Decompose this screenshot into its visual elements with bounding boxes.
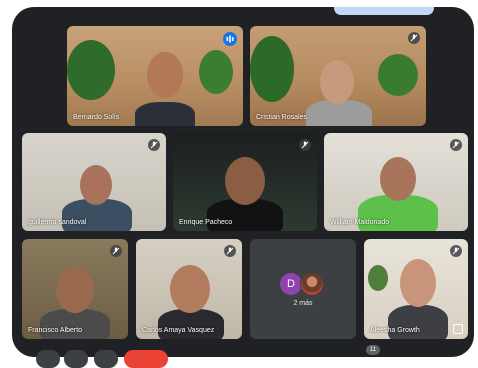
- participant-name: Cristian Rosales: [256, 114, 307, 121]
- person-head: [320, 60, 354, 104]
- plant: [199, 50, 233, 94]
- person-head: [147, 52, 183, 98]
- more-count-label: 2 más: [293, 300, 313, 307]
- participant-tile[interactable]: Enrique Pacheco: [173, 133, 317, 231]
- participant-name: Aleesha Growth: [370, 327, 420, 334]
- participant-tile[interactable]: William Maldonado: [324, 133, 468, 231]
- more-participants-tile[interactable]: D 2 más: [250, 239, 356, 339]
- person-head: [170, 265, 210, 313]
- participant-tile[interactable]: Carlos Amaya Vasquez: [136, 239, 242, 339]
- plant: [67, 40, 115, 100]
- participant-tile[interactable]: Bernardo Solís: [67, 26, 243, 126]
- participant-name: Bernardo Solís: [73, 114, 120, 121]
- mic-off-icon: [110, 245, 122, 257]
- participant-name: Francisco Alberto: [28, 327, 83, 334]
- participant-tile[interactable]: Francisco Alberto: [22, 239, 128, 339]
- captions-button[interactable]: [94, 350, 118, 368]
- person-body: [40, 309, 110, 339]
- person-body: [306, 100, 372, 126]
- participant-count-badge: 11: [366, 345, 380, 355]
- plant: [378, 54, 418, 96]
- meeting-controls: [0, 346, 478, 368]
- participant-name: guillermo sandoval: [28, 219, 87, 226]
- pin-icon[interactable]: [453, 324, 463, 334]
- plant: [368, 265, 388, 291]
- person-head: [80, 165, 112, 205]
- mic-off-icon: [450, 245, 462, 257]
- speaking-indicator-icon: [223, 32, 237, 46]
- participant-tile[interactable]: Aleesha Growth: [364, 239, 468, 339]
- participant-avatar-photo: [300, 272, 324, 296]
- mic-off-icon: [224, 245, 236, 257]
- mic-off-icon: [148, 139, 160, 151]
- participant-tile[interactable]: guillermo sandoval: [22, 133, 166, 231]
- participant-tile[interactable]: Cristian Rosales: [250, 26, 426, 126]
- end-call-button[interactable]: [124, 350, 168, 368]
- participant-avatar: D: [280, 273, 302, 295]
- mic-button[interactable]: [36, 350, 60, 368]
- mic-off-icon: [450, 139, 462, 151]
- mic-off-icon: [408, 32, 420, 44]
- person-body: [158, 309, 224, 339]
- participant-name: Enrique Pacheco: [179, 219, 233, 226]
- top-banner[interactable]: [334, 7, 434, 15]
- person-body: [135, 102, 195, 126]
- avatar-letter: D: [287, 278, 295, 290]
- person-head: [400, 259, 436, 307]
- participant-name: William Maldonado: [330, 219, 390, 226]
- person-head: [56, 267, 94, 313]
- participant-name: Carlos Amaya Vasquez: [142, 327, 215, 334]
- mic-off-icon: [299, 139, 311, 151]
- meeting-window: Bernardo Solís Cristian Rosales guillerm…: [12, 7, 474, 357]
- camera-button[interactable]: [64, 350, 88, 368]
- plant: [250, 36, 294, 102]
- person-head: [380, 157, 416, 201]
- person-head: [225, 157, 265, 205]
